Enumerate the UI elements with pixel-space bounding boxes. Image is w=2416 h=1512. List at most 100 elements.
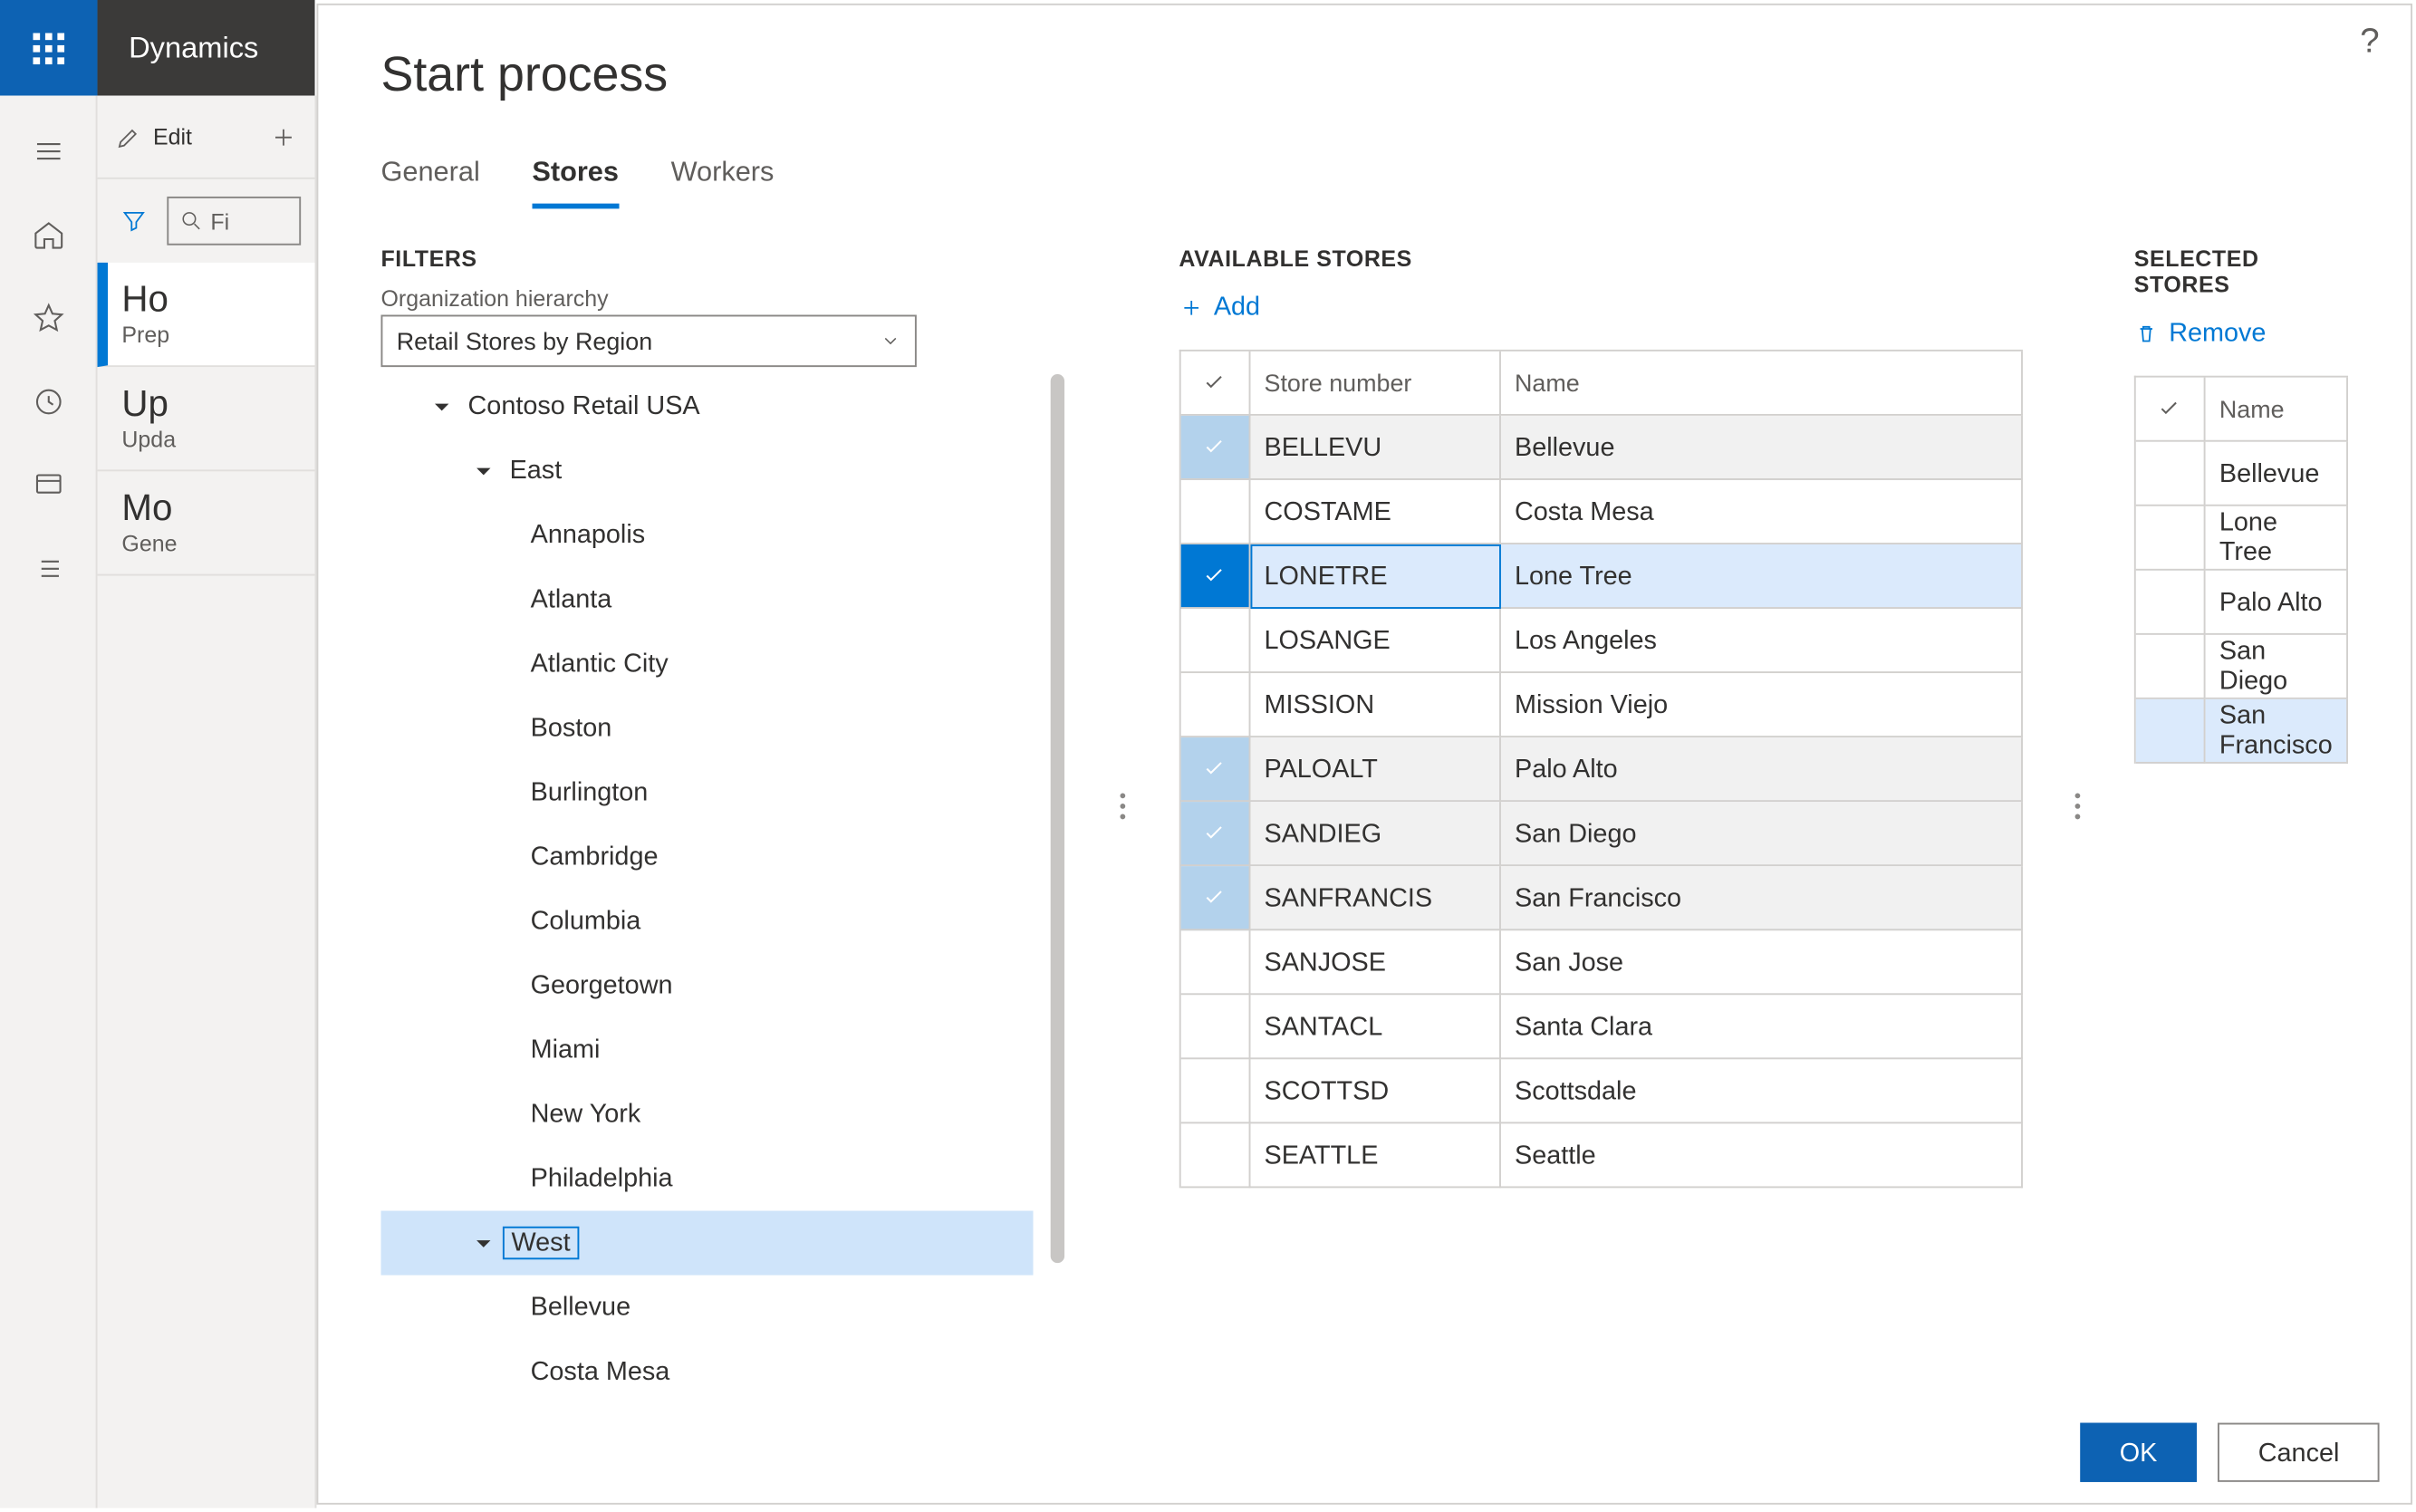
cell-name: San Francisco: [2206, 699, 2348, 764]
tree-node[interactable]: Columbia: [380, 889, 1032, 953]
tree-node[interactable]: New York: [380, 1082, 1032, 1146]
row-checkbox[interactable]: [2136, 506, 2206, 571]
caret-down-icon[interactable]: [429, 394, 454, 419]
tree-node[interactable]: Annapolis: [380, 503, 1032, 567]
tree-scrollbar[interactable]: [1046, 374, 1067, 1385]
select-all-checkbox[interactable]: [1180, 352, 1250, 416]
caret-down-icon[interactable]: [471, 1230, 496, 1255]
col-name[interactable]: Name: [1501, 352, 2023, 416]
splitter-handle-2[interactable]: [2074, 228, 2082, 1385]
list-card[interactable]: UpUpda: [98, 367, 315, 471]
filter-icon[interactable]: [111, 198, 157, 244]
add-button[interactable]: Add: [1179, 285, 2022, 329]
selected-row[interactable]: San Francisco: [2136, 699, 2348, 764]
recent-icon[interactable]: [0, 360, 97, 443]
available-row[interactable]: BELLEVUBellevue: [1180, 416, 2022, 480]
tree-node[interactable]: Burlington: [380, 760, 1032, 824]
tree-node[interactable]: Atlanta: [380, 567, 1032, 631]
tree-node[interactable]: Cambridge: [380, 824, 1032, 889]
available-row[interactable]: LONETRELone Tree: [1180, 544, 2022, 609]
cell-store-number: COSTAME: [1250, 480, 1500, 544]
star-icon[interactable]: [0, 276, 97, 360]
tree-node[interactable]: Georgetown: [380, 953, 1032, 1017]
cell-name: Lone Tree: [2206, 506, 2348, 571]
tree-node[interactable]: Philadelphia: [380, 1146, 1032, 1210]
row-checkbox[interactable]: [2136, 699, 2206, 764]
home-icon[interactable]: [0, 193, 97, 276]
row-checkbox[interactable]: [1180, 930, 1250, 995]
selected-row[interactable]: Lone Tree: [2136, 506, 2348, 571]
tab-workers[interactable]: Workers: [671, 159, 775, 209]
selected-row[interactable]: Palo Alto: [2136, 571, 2348, 635]
available-grid[interactable]: Store numberNameBELLEVUBellevueCOSTAMECo…: [1179, 350, 2022, 1188]
col-store-number[interactable]: Store number: [1250, 352, 1500, 416]
row-checkbox[interactable]: [2136, 442, 2206, 506]
cell-store-number: SANFRANCIS: [1250, 866, 1500, 930]
tree-node[interactable]: East: [380, 438, 1032, 503]
col-name[interactable]: Name: [2206, 378, 2348, 442]
available-row[interactable]: LOSANGELos Angeles: [1180, 609, 2022, 673]
available-row[interactable]: SANDIEGSan Diego: [1180, 802, 2022, 866]
org-tree[interactable]: Contoso Retail USAEastAnnapolisAtlantaAt…: [380, 374, 1067, 1385]
tree-node[interactable]: Costa Mesa: [380, 1339, 1032, 1384]
row-checkbox[interactable]: [1180, 609, 1250, 673]
cell-store-number: BELLEVU: [1250, 416, 1500, 480]
list-icon[interactable]: [0, 527, 97, 611]
remove-button[interactable]: Remove: [2134, 312, 2348, 355]
list-card[interactable]: MoGene: [98, 471, 315, 575]
row-checkbox[interactable]: [1180, 866, 1250, 930]
edit-button[interactable]: Edit: [153, 123, 192, 149]
available-row[interactable]: SCOTTSDScottsdale: [1180, 1059, 2022, 1123]
available-stores-panel: Available stores Add Store numberNameBEL…: [1179, 228, 2022, 1385]
row-checkbox[interactable]: [2136, 635, 2206, 699]
row-checkbox[interactable]: [1180, 995, 1250, 1059]
search-icon: [179, 208, 204, 233]
available-row[interactable]: MISSIONMission Viejo: [1180, 673, 2022, 737]
search-input[interactable]: Fi: [167, 197, 301, 246]
available-row[interactable]: SEATTLESeattle: [1180, 1123, 2022, 1188]
cancel-button[interactable]: Cancel: [2219, 1423, 2380, 1482]
workspace-icon[interactable]: [0, 444, 97, 527]
row-checkbox[interactable]: [1180, 737, 1250, 802]
row-checkbox[interactable]: [1180, 480, 1250, 544]
org-hierarchy-select[interactable]: Retail Stores by Region: [380, 315, 916, 368]
help-icon[interactable]: ?: [2360, 23, 2379, 63]
available-row[interactable]: SANTACLSanta Clara: [1180, 995, 2022, 1059]
tree-label: Boston: [524, 715, 619, 741]
tree-node[interactable]: Contoso Retail USA: [380, 374, 1032, 438]
ok-button[interactable]: OK: [2080, 1423, 2198, 1482]
caret-down-icon[interactable]: [471, 458, 496, 483]
row-checkbox[interactable]: [1180, 416, 1250, 480]
selected-row[interactable]: Bellevue: [2136, 442, 2348, 506]
available-row[interactable]: SANJOSESan Jose: [1180, 930, 2022, 995]
tab-general[interactable]: General: [380, 159, 479, 209]
tree-label: Burlington: [524, 779, 655, 805]
select-all-checkbox[interactable]: [2136, 378, 2206, 442]
tree-node[interactable]: Miami: [380, 1017, 1032, 1082]
selected-grid[interactable]: NameBellevueLone TreePalo AltoSan DiegoS…: [2134, 376, 2348, 764]
tree-node[interactable]: Bellevue: [380, 1275, 1032, 1339]
menu-icon[interactable]: [0, 110, 97, 193]
selected-row[interactable]: San Diego: [2136, 635, 2348, 699]
plus-icon: [1179, 294, 1203, 319]
left-nav-rail: [0, 96, 98, 1508]
app-launcher-button[interactable]: [0, 0, 98, 96]
add-label: Add: [1214, 293, 1260, 323]
row-checkbox[interactable]: [2136, 571, 2206, 635]
tree-node[interactable]: West: [380, 1210, 1032, 1275]
tree-node[interactable]: Atlantic City: [380, 631, 1032, 696]
row-checkbox[interactable]: [1180, 1059, 1250, 1123]
tree-node[interactable]: Boston: [380, 696, 1032, 760]
row-checkbox[interactable]: [1180, 544, 1250, 609]
list-card[interactable]: HoPrep: [98, 263, 315, 367]
row-checkbox[interactable]: [1180, 673, 1250, 737]
available-row[interactable]: COSTAMECosta Mesa: [1180, 480, 2022, 544]
org-hierarchy-label: Organization hierarchy: [380, 285, 1067, 312]
splitter-handle[interactable]: [1120, 228, 1127, 1385]
plus-icon[interactable]: [270, 122, 298, 150]
available-row[interactable]: SANFRANCISSan Francisco: [1180, 866, 2022, 930]
row-checkbox[interactable]: [1180, 1123, 1250, 1188]
available-row[interactable]: PALOALTPalo Alto: [1180, 737, 2022, 802]
row-checkbox[interactable]: [1180, 802, 1250, 866]
tab-stores[interactable]: Stores: [532, 159, 619, 209]
